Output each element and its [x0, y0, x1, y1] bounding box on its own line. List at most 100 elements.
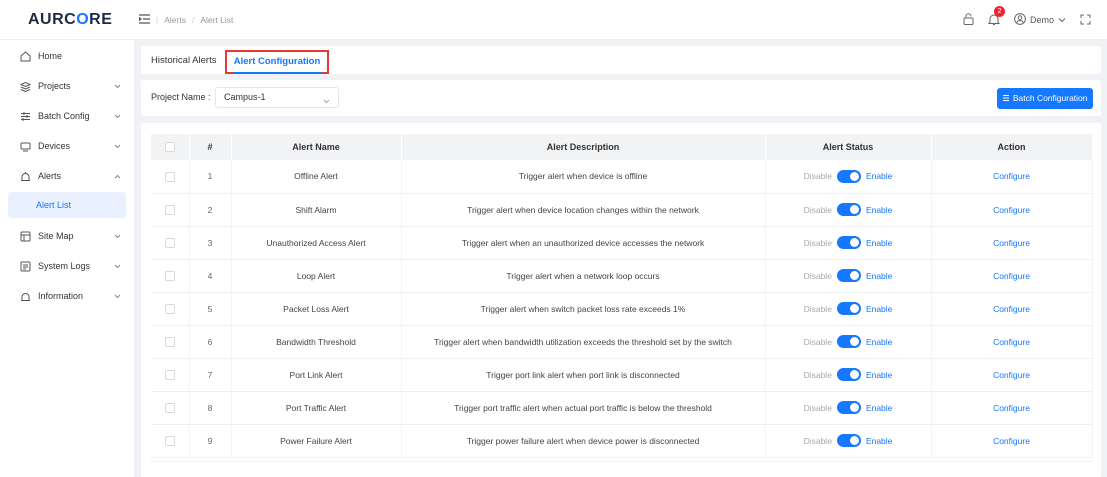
row-checkbox[interactable]	[164, 204, 175, 215]
table-row: 2 Shift Alarm Trigger alert when device lo…	[151, 193, 1093, 227]
alert-name: Power Failure Alert	[231, 424, 402, 458]
select-all-checkbox[interactable]	[164, 142, 175, 153]
configure-link[interactable]: Configure	[993, 205, 1030, 215]
fullscreen-icon[interactable]	[1080, 14, 1091, 27]
table-row: 3 Unauthorized Access Alert Trigger alert …	[151, 226, 1093, 260]
table-header-row: # Alert Name Alert Description Alert Sta…	[151, 134, 1093, 160]
user-menu[interactable]: Demo	[1014, 13, 1066, 27]
top-header: AURCORE | Alerts / Alert List 2 Demo	[0, 0, 1107, 40]
row-index: 1	[189, 160, 232, 194]
configure-link[interactable]: Configure	[993, 436, 1030, 446]
sidebar-item-label: Site Map	[38, 231, 74, 241]
sidebar-item-site-map[interactable]: Site Map	[0, 222, 135, 250]
bell-icon	[987, 14, 1001, 28]
tab-alert-configuration[interactable]: Alert Configuration	[225, 50, 329, 74]
enable-label: Enable	[865, 204, 893, 215]
project-select-value: Campus-1	[224, 92, 266, 102]
sidebar: Home Projects Batch Config Devices Alert…	[0, 40, 135, 477]
batch-configuration-button[interactable]: Batch Configuration	[997, 88, 1093, 109]
configure-link[interactable]: Configure	[993, 337, 1030, 347]
configure-link[interactable]: Configure	[993, 271, 1030, 281]
alert-name: Port Traffic Alert	[231, 391, 402, 425]
row-index: 8	[189, 391, 232, 425]
disable-label: Disable	[803, 435, 832, 446]
breadcrumb-alerts[interactable]: Alerts	[164, 15, 186, 25]
configure-link[interactable]: Configure	[993, 171, 1030, 181]
alert-status-cell: Disable Enable	[765, 160, 932, 194]
table-row: 5 Packet Loss Alert Trigger alert when swi…	[151, 292, 1093, 326]
alert-status-toggle[interactable]	[836, 401, 861, 414]
alert-status-toggle[interactable]	[836, 236, 861, 249]
alert-name: Port Link Alert	[231, 358, 402, 392]
configure-link[interactable]: Configure	[993, 304, 1030, 314]
sidebar-item-batch-config[interactable]: Batch Config	[0, 102, 135, 130]
alert-status-cell: Disable Enable	[765, 193, 932, 227]
notification-bell[interactable]: 2	[987, 5, 1005, 28]
sidebar-item-projects[interactable]: Projects	[0, 72, 135, 100]
row-checkbox[interactable]	[164, 171, 175, 182]
alert-status-toggle[interactable]	[836, 269, 861, 282]
table-row: 6 Bandwidth Threshold Trigger alert when b…	[151, 325, 1093, 359]
row-checkbox[interactable]	[164, 270, 175, 281]
monitor-icon	[18, 141, 32, 152]
configure-link[interactable]: Configure	[993, 238, 1030, 248]
active-tab-indicator	[233, 72, 321, 74]
sidebar-item-label: Information	[38, 291, 84, 301]
sidebar-item-label: Projects	[38, 81, 71, 91]
alert-name: Bandwidth Threshold	[231, 325, 402, 359]
lock-icon[interactable]	[963, 13, 974, 27]
sidebar-subitem-alert-list[interactable]: Alert List	[8, 192, 126, 218]
disable-label: Disable	[803, 402, 832, 413]
tab-historical-alerts[interactable]: Historical Alerts	[151, 46, 216, 74]
row-index: 6	[189, 325, 232, 359]
row-checkbox[interactable]	[164, 369, 175, 380]
disable-label: Disable	[803, 237, 832, 248]
row-index: 3	[189, 226, 232, 260]
action-cell: Configure	[931, 160, 1093, 194]
row-index: 9	[189, 424, 232, 458]
alert-status-toggle[interactable]	[836, 368, 861, 381]
column-header-action: Action	[931, 134, 1093, 160]
alert-status-cell: Disable Enable	[765, 358, 932, 392]
alert-description: Trigger alert when device is offline	[401, 160, 766, 194]
sidebar-item-information[interactable]: Information	[0, 282, 135, 310]
disable-label: Disable	[803, 171, 832, 182]
configure-link[interactable]: Configure	[993, 370, 1030, 380]
row-checkbox[interactable]	[164, 237, 175, 248]
disable-label: Disable	[803, 204, 832, 215]
alert-status-toggle[interactable]	[836, 302, 861, 315]
sidebar-item-label: System Logs	[38, 261, 91, 271]
row-index: 2	[189, 193, 232, 227]
row-checkbox[interactable]	[164, 303, 175, 314]
disable-label: Disable	[803, 270, 832, 281]
chevron-up-icon	[114, 171, 121, 181]
row-checkbox[interactable]	[164, 336, 175, 347]
enable-label: Enable	[865, 402, 893, 413]
table-row: 4 Loop Alert Trigger alert when a network …	[151, 259, 1093, 293]
enable-label: Enable	[865, 435, 893, 446]
alert-icon	[18, 171, 32, 182]
alert-status-cell: Disable Enable	[765, 259, 932, 293]
menu-fold-icon[interactable]	[138, 13, 150, 26]
alert-status-toggle[interactable]	[836, 203, 861, 216]
alert-description: Trigger port link alert when port link i…	[401, 358, 766, 392]
alert-status-toggle[interactable]	[836, 434, 861, 447]
alert-status-toggle[interactable]	[836, 335, 861, 348]
row-checkbox[interactable]	[164, 435, 175, 446]
action-cell: Configure	[931, 193, 1093, 227]
alert-name: Offline Alert	[231, 160, 402, 194]
alert-description: Trigger alert when device location chang…	[401, 193, 766, 227]
alert-description: Trigger port traffic alert when actual p…	[401, 391, 766, 425]
sidebar-item-home[interactable]: Home	[0, 42, 135, 70]
alert-status-toggle[interactable]	[836, 169, 861, 183]
project-select[interactable]: Campus-1	[215, 87, 339, 108]
sidebar-item-devices[interactable]: Devices	[0, 132, 135, 160]
sidebar-item-label: Home	[38, 51, 63, 61]
configure-link[interactable]: Configure	[993, 403, 1030, 413]
sidebar-item-alerts[interactable]: Alerts	[0, 162, 135, 190]
alert-description: Trigger power failure alert when device …	[401, 424, 766, 458]
select-all-cell	[151, 134, 190, 160]
breadcrumb: | Alerts / Alert List	[135, 13, 233, 26]
sidebar-item-system-logs[interactable]: System Logs	[0, 252, 135, 280]
row-checkbox[interactable]	[164, 402, 175, 413]
